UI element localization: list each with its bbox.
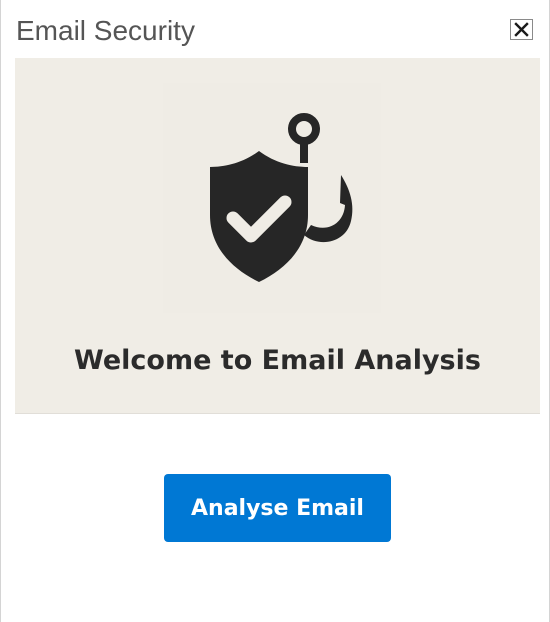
close-icon: [514, 22, 529, 37]
pane-title: Email Security: [16, 15, 195, 46]
analyse-email-button[interactable]: Analyse Email: [164, 474, 391, 542]
pane-left-border: [0, 0, 1, 622]
welcome-hero: Welcome to Email Analysis: [15, 58, 540, 414]
welcome-heading: Welcome to Email Analysis: [74, 345, 481, 376]
task-pane: Email Security Welcome to Email Analysis…: [0, 0, 550, 622]
shield-check-phishing-hook-icon: [163, 83, 381, 313]
close-button[interactable]: [510, 19, 533, 40]
